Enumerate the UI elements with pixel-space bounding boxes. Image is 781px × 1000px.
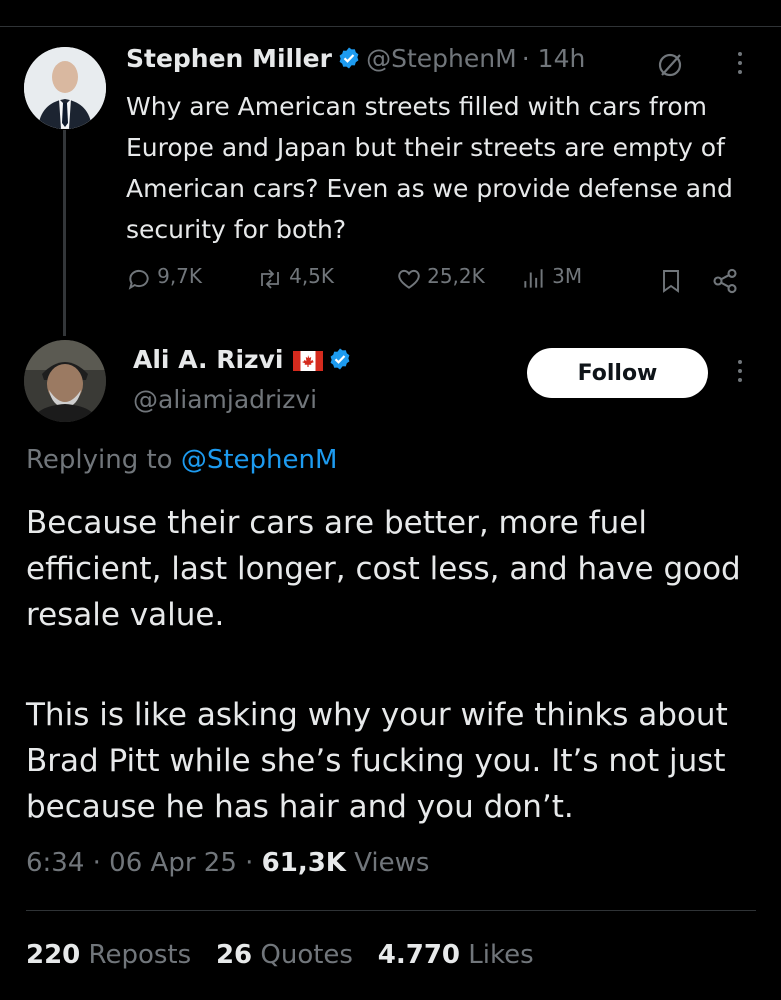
likes-label: Likes — [468, 940, 534, 970]
views-total: 61,3K — [261, 848, 346, 878]
reply-paragraph-1: Because their cars are better, more fuel… — [26, 505, 741, 633]
more-icon[interactable] — [736, 360, 744, 390]
replying-handle-link[interactable]: @StephenM — [181, 445, 338, 475]
engagement-stats: 220 Reposts 26 Quotes 4.770 Likes — [26, 940, 534, 970]
follow-button[interactable]: Follow — [527, 348, 708, 398]
stats-divider — [26, 910, 756, 911]
reposts-count: 220 — [26, 940, 81, 970]
more-icon[interactable] — [736, 52, 744, 82]
thread-line — [63, 130, 66, 336]
reply-header: Ali A. Rizvi — [133, 345, 352, 374]
replying-to: Replying to @StephenM — [26, 445, 337, 475]
quotes-count: 26 — [215, 940, 253, 970]
views-action[interactable]: 3M — [521, 264, 582, 292]
likes-count: 4.770 — [377, 940, 461, 970]
top-divider — [0, 26, 781, 27]
quotes-stat[interactable]: 26 Quotes — [216, 940, 353, 970]
like-count: 25,2K — [427, 264, 485, 288]
verified-badge-icon — [339, 47, 359, 69]
like-icon — [398, 269, 420, 289]
author-handle[interactable]: @StephenM — [366, 44, 517, 73]
views-label: Views — [354, 848, 430, 878]
reply-author-name[interactable]: Ali A. Rizvi — [133, 345, 283, 374]
reply-paragraph-2: This is like asking why your wife thinks… — [26, 697, 728, 825]
tweet-time[interactable]: · 14h — [522, 44, 586, 73]
reposts-stat[interactable]: 220 Reposts — [26, 940, 191, 970]
reply-author-handle[interactable]: @aliamjadrizvi — [133, 385, 317, 414]
reply-icon — [128, 269, 149, 290]
tweet-header: Stephen Miller @StephenM · 14h — [126, 44, 585, 73]
repost-count: 4,5K — [289, 264, 335, 288]
avatar-stephen-miller[interactable] — [24, 47, 106, 129]
bookmark-icon[interactable] — [659, 268, 683, 294]
reposts-label: Reposts — [88, 940, 192, 970]
quotes-label: Quotes — [260, 940, 353, 970]
author-name[interactable]: Stephen Miller — [126, 44, 332, 73]
no-reply-icon — [658, 53, 682, 77]
canada-flag-icon — [292, 351, 323, 371]
replying-prefix: Replying to — [26, 445, 173, 475]
share-icon[interactable] — [711, 267, 739, 295]
tweet-timestamp[interactable]: 6:34 · 06 Apr 25 · — [26, 848, 253, 878]
quoted-tweet-text: Why are American streets filled with car… — [126, 92, 733, 244]
avatar-ali-rizvi[interactable] — [24, 340, 106, 422]
reply-count: 9,7K — [157, 264, 203, 288]
repost-icon — [261, 268, 279, 289]
views-icon — [524, 268, 543, 288]
reply-action[interactable]: 9,7K — [126, 264, 202, 292]
verified-badge-icon — [330, 348, 350, 370]
likes-stat[interactable]: 4.770 Likes — [378, 940, 534, 970]
views-count: 3M — [552, 264, 583, 288]
like-action[interactable]: 25,2K — [396, 264, 485, 292]
repost-action[interactable]: 4,5K — [256, 264, 334, 292]
tweet-meta: 6:34 · 06 Apr 25 · 61,3K Views — [26, 848, 429, 878]
